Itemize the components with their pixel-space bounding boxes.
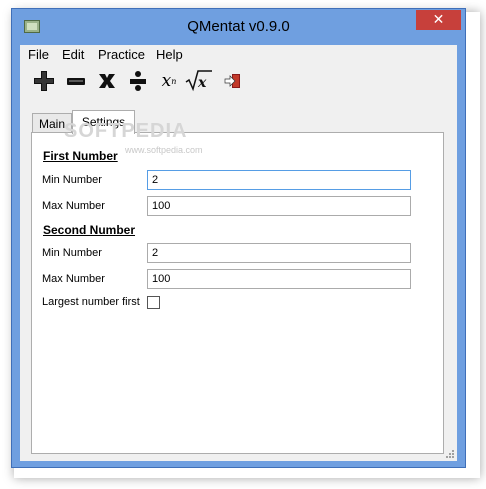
second-max-input[interactable]: 100 (147, 269, 411, 289)
largest-first-checkbox[interactable] (147, 296, 160, 309)
menu-bar: File Edit Practice Help (20, 45, 457, 64)
tab-settings[interactable]: Settings (72, 110, 135, 134)
menu-file[interactable]: File (28, 47, 49, 62)
divide-icon[interactable] (126, 69, 150, 93)
second-max-label: Max Number (42, 273, 105, 285)
menu-practice[interactable]: Practice (98, 47, 145, 62)
first-max-input[interactable]: 100 (147, 196, 411, 216)
close-button[interactable]: ✕ (416, 10, 461, 30)
application-window: QMentat v0.9.0 ✕ File Edit Practice Help… (11, 8, 466, 468)
second-number-heading: Second Number (43, 223, 136, 237)
resize-grip-icon[interactable] (445, 449, 455, 459)
second-min-label: Min Number (42, 247, 102, 259)
exit-icon[interactable] (221, 69, 245, 93)
minus-icon[interactable] (64, 69, 88, 93)
menu-help[interactable]: Help (156, 47, 183, 62)
largest-first-label: Largest number first (42, 296, 140, 308)
second-min-input[interactable]: 2 (147, 243, 411, 263)
first-min-label: Min Number (42, 174, 102, 186)
power-exponent: n (171, 76, 177, 86)
sqrt-x-label: x (197, 75, 207, 91)
power-icon[interactable]: xn (157, 69, 181, 93)
power-base: x (161, 71, 172, 91)
window-title: QMentat v0.9.0 (187, 18, 290, 35)
title-bar[interactable]: QMentat v0.9.0 ✕ (12, 9, 465, 45)
multiply-icon[interactable] (95, 69, 119, 93)
client-area: File Edit Practice Help xn x Main Settin… (20, 45, 457, 461)
square-root-icon[interactable]: x (185, 69, 213, 93)
watermark-url: www.softpedia.com (125, 145, 203, 155)
first-max-label: Max Number (42, 200, 105, 212)
plus-icon[interactable] (32, 69, 56, 93)
settings-panel: First Number Min Number 2 Max Number 100… (31, 132, 444, 454)
first-min-input[interactable]: 2 (147, 170, 411, 190)
first-number-heading: First Number (43, 149, 118, 163)
tab-main[interactable]: Main (32, 113, 72, 133)
menu-edit[interactable]: Edit (62, 47, 84, 62)
toolbar: xn x (20, 67, 457, 93)
